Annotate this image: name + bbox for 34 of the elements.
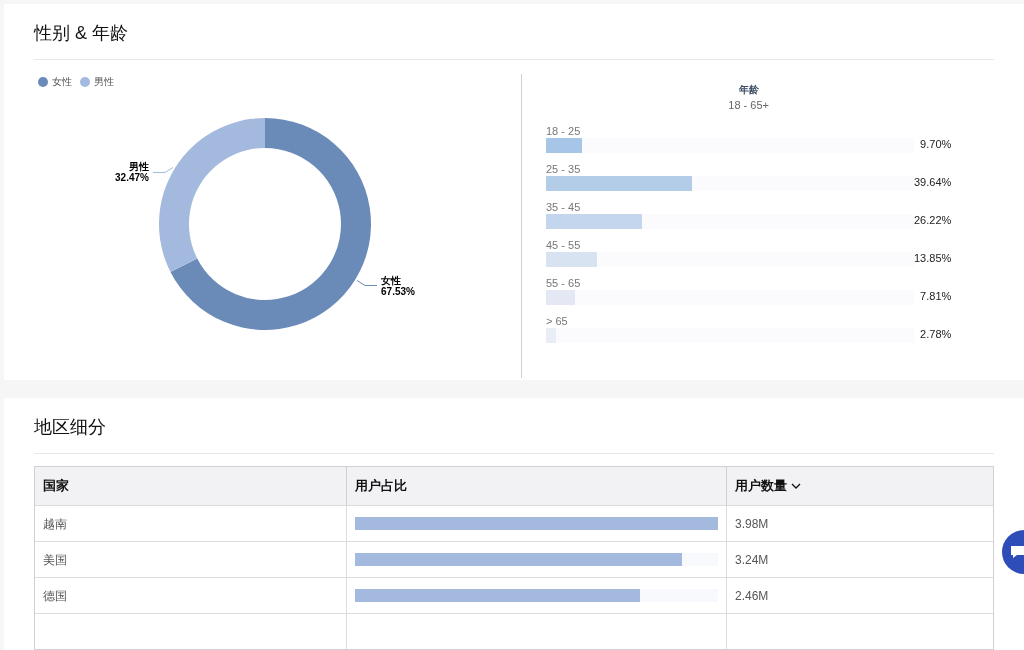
age-percent: 39.64% bbox=[914, 175, 952, 190]
table-cell-text: 美国 bbox=[43, 551, 67, 569]
age-percent: 2.78% bbox=[920, 327, 952, 342]
age-percent: 7.81% bbox=[920, 289, 952, 304]
section-title: 地区细分 bbox=[34, 417, 106, 437]
table-cell-text: 德国 bbox=[43, 587, 67, 605]
age-range: 18 - 65+ bbox=[728, 98, 769, 113]
leader-line bbox=[356, 280, 378, 286]
chat-bubble-icon bbox=[1011, 545, 1024, 559]
age-title: 年龄 bbox=[738, 83, 759, 97]
slice-label: 女性 bbox=[381, 274, 402, 286]
table-cell-text: 3.24M bbox=[735, 551, 769, 569]
table-cell-text: 越南 bbox=[43, 515, 67, 533]
column-header: 用户占比 bbox=[355, 477, 407, 496]
age-percent: 26.22% bbox=[914, 213, 952, 228]
age-group-label: 35 - 45 bbox=[546, 199, 582, 214]
slice-label: 男性 bbox=[128, 161, 149, 173]
legend-label: 女性 bbox=[52, 75, 72, 89]
age-group-label: 18 - 25 bbox=[546, 123, 582, 138]
column-header: 国家 bbox=[43, 477, 69, 496]
table-cell-text: 3.98M bbox=[735, 515, 769, 533]
slice-value: 32.47% bbox=[115, 172, 149, 184]
age-group-label: 45 - 55 bbox=[546, 237, 582, 252]
age-percent: 9.70% bbox=[920, 137, 952, 152]
leader-line bbox=[152, 167, 174, 173]
slice-value: 67.53% bbox=[381, 285, 415, 297]
age-percent: 13.85% bbox=[914, 251, 952, 266]
age-group-label: 25 - 35 bbox=[546, 161, 582, 176]
age-group-label: > 65 bbox=[546, 313, 569, 328]
legend-label: 男性 bbox=[94, 75, 114, 89]
section-title: 性别 & 年龄 bbox=[34, 23, 128, 43]
table-cell-text: 2.46M bbox=[735, 587, 769, 605]
age-group-label: 55 - 65 bbox=[546, 275, 582, 290]
column-header[interactable]: 用户数量 bbox=[735, 476, 801, 496]
